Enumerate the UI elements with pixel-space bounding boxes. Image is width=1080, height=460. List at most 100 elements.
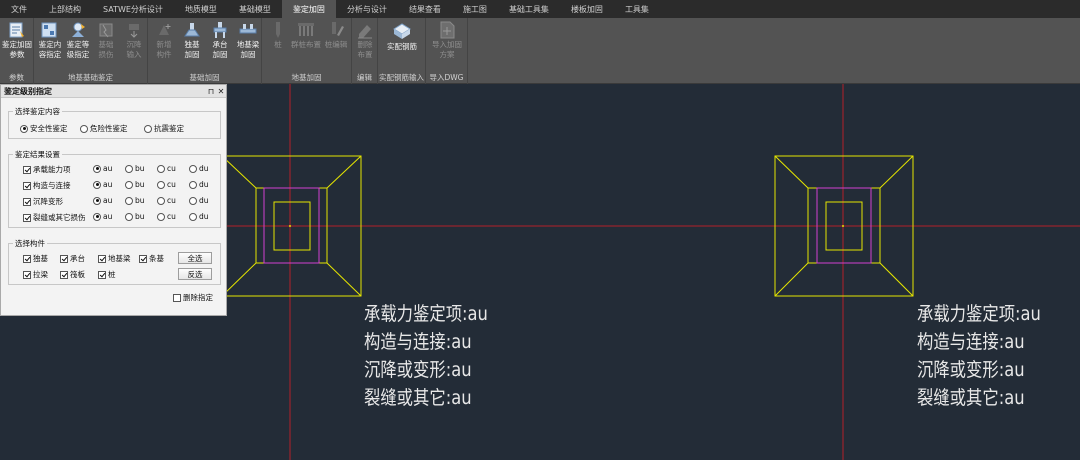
annotation-left-line-3: 沉降或变形:au (364, 359, 472, 381)
ribbon-group-import-dwg: 导入加固 方案 导入DWG (426, 18, 468, 84)
check-raft[interactable]: 筏板 (60, 269, 85, 280)
menu-appraisal[interactable]: 鉴定加固 (281, 0, 336, 18)
dialog-titlebar[interactable]: 鉴定级别指定 ⊓ ✕ (1, 85, 226, 98)
menu-superstructure[interactable]: 上部结构 (38, 0, 92, 18)
menu-foundation-tools[interactable]: 基础工具集 (498, 0, 560, 18)
check-delete-assign[interactable]: 删除指定 (173, 292, 213, 303)
check-grade-beam[interactable]: 地基梁 (98, 253, 131, 264)
menu-satwe[interactable]: SATWE分析设计 (92, 0, 174, 18)
settlement-button[interactable]: 沉降 输入 (118, 20, 150, 70)
pile-cap-label: 承台 加固 (212, 40, 228, 59)
grade-r2-bu[interactable]: bu (125, 180, 145, 189)
grade-r2-au-label: au (103, 180, 113, 189)
menu-tools[interactable]: 工具集 (614, 0, 660, 18)
pile-edit-icon (332, 22, 344, 36)
grade-r3-du[interactable]: du (189, 196, 209, 205)
invert-selection-button[interactable]: 反选 (178, 268, 212, 280)
grade-r4-au-mark (93, 212, 101, 221)
grade-r2-au[interactable]: au (93, 180, 112, 189)
check-pile[interactable]: 桩 (98, 269, 116, 280)
pile-cap-icon (213, 22, 227, 38)
grade-r3-du-label: du (199, 196, 209, 205)
menu-foundation-model[interactable]: 基础模型 (228, 0, 282, 18)
appraisal-result-group: 鉴定结果设置 承载能力项 au bu cu du 构造与连接 au bu cu … (8, 149, 221, 228)
check-delete-assign-label: 删除指定 (183, 293, 213, 302)
annotation-left-line-2: 构造与连接:au (364, 331, 472, 353)
menu-slab-strengthen[interactable]: 楼板加固 (560, 0, 614, 18)
pile-label: 桩 (274, 40, 282, 49)
check-tie-beam-label: 拉梁 (33, 270, 48, 279)
grade-r1-cu[interactable]: cu (157, 164, 176, 173)
grade-r2-du[interactable]: du (189, 180, 209, 189)
pin-icon[interactable]: ⊓ (206, 87, 216, 96)
check-raft-mark (60, 270, 68, 279)
grade-r1-cu-mark (157, 164, 165, 173)
grade-r4-du[interactable]: du (189, 212, 209, 221)
radio-seismic-label: 抗震鉴定 (154, 124, 184, 133)
grade-r2-cu-label: cu (167, 180, 176, 189)
grade-r1-au[interactable]: au (93, 164, 112, 173)
grade-r3-au[interactable]: au (93, 196, 112, 205)
check-detailing[interactable]: 构造与连接 (23, 180, 71, 191)
radio-danger-label: 危险性鉴定 (90, 124, 128, 133)
check-crack-damage[interactable]: 裂缝或其它损伤 (23, 212, 86, 223)
grade-r1-du[interactable]: du (189, 164, 209, 173)
select-all-button[interactable]: 全选 (178, 252, 212, 264)
close-icon[interactable]: ✕ (216, 87, 226, 96)
grade-r1-bu-mark (125, 164, 133, 173)
radio-seismic[interactable]: 抗震鉴定 (144, 123, 184, 134)
grade-r4-bu[interactable]: bu (125, 212, 145, 221)
check-bearing-capacity[interactable]: 承载能力项 (23, 164, 71, 175)
pile-edit-button[interactable]: 桩编辑 (320, 20, 352, 70)
grade-r2-du-mark (189, 180, 197, 189)
group-label-params: 参数 (9, 73, 24, 82)
group-label-edit: 编辑 (357, 73, 372, 82)
check-grade-beam-mark (98, 254, 106, 263)
grade-r2-cu[interactable]: cu (157, 180, 176, 189)
new-member-label: 新增 构件 (156, 40, 172, 59)
grade-beam-button[interactable]: 地基梁 加固 (232, 20, 264, 70)
menu-drawings[interactable]: 施工图 (452, 0, 498, 18)
check-tie-beam-mark (23, 270, 31, 279)
ribbon-group-params: 鉴定加固 参数 参数 (0, 18, 34, 84)
import-plan-button[interactable]: 导入加固 方案 (427, 20, 467, 70)
check-settlement[interactable]: 沉降变形 (23, 196, 63, 207)
menu-geology[interactable]: 地质模型 (174, 0, 228, 18)
check-strip-footing[interactable]: 条基 (139, 253, 164, 264)
menu-results[interactable]: 结果查看 (398, 0, 452, 18)
grade-r4-bu-mark (125, 212, 133, 221)
params-button[interactable]: 鉴定加固 参数 (1, 20, 33, 70)
radio-safety-label: 安全性鉴定 (30, 124, 68, 133)
group-label-ground-strengthen: 地基加固 (291, 73, 322, 82)
ribbon-group-foundation-appraisal: 鉴定内 容指定 鉴定等 级指定 基础 损伤 沉降 输入 地基基础鉴定 (34, 18, 148, 84)
content-assign-icon (41, 22, 57, 38)
radio-safety[interactable]: 安全性鉴定 (20, 123, 68, 134)
actual-rebar-label: 实配钢筋 (387, 42, 417, 51)
delete-layout-button[interactable]: 删除 布置 (349, 20, 381, 70)
check-isolated-footing[interactable]: 独基 (23, 253, 48, 264)
rebar-icon (393, 23, 411, 39)
check-isolated-footing-mark (23, 254, 31, 263)
radio-danger[interactable]: 危险性鉴定 (80, 123, 128, 134)
actual-rebar-button[interactable]: 实配钢筋 (382, 20, 422, 70)
check-pile-cap[interactable]: 承台 (60, 253, 85, 264)
grade-r4-cu[interactable]: cu (157, 212, 176, 221)
grade-r3-bu-label: bu (135, 196, 145, 205)
grade-r1-cu-label: cu (167, 164, 176, 173)
check-pile-mark (98, 270, 106, 279)
grade-r3-cu[interactable]: cu (157, 196, 176, 205)
app-window: 文件 上部结构 SATWE分析设计 地质模型 基础模型 鉴定加固 分析与设计 结… (0, 0, 1080, 460)
menu-bar: 文件 上部结构 SATWE分析设计 地质模型 基础模型 鉴定加固 分析与设计 结… (0, 0, 1080, 18)
check-tie-beam[interactable]: 拉梁 (23, 269, 48, 280)
grade-r1-au-mark (93, 164, 101, 173)
annotation-right: 承载力鉴定项:au 构造与连接:au 沉降或变形:au 裂缝或其它:au (917, 300, 1041, 412)
menu-file[interactable]: 文件 (0, 0, 38, 18)
params-icon (9, 22, 24, 38)
grade-r4-du-mark (189, 212, 197, 221)
grade-r3-bu[interactable]: bu (125, 196, 145, 205)
grade-r1-bu[interactable]: bu (125, 164, 145, 173)
grade-r4-au[interactable]: au (93, 212, 112, 221)
annotation-right-line-2: 构造与连接:au (917, 331, 1025, 353)
menu-analysis[interactable]: 分析与设计 (336, 0, 398, 18)
grade-r2-bu-label: bu (135, 180, 145, 189)
